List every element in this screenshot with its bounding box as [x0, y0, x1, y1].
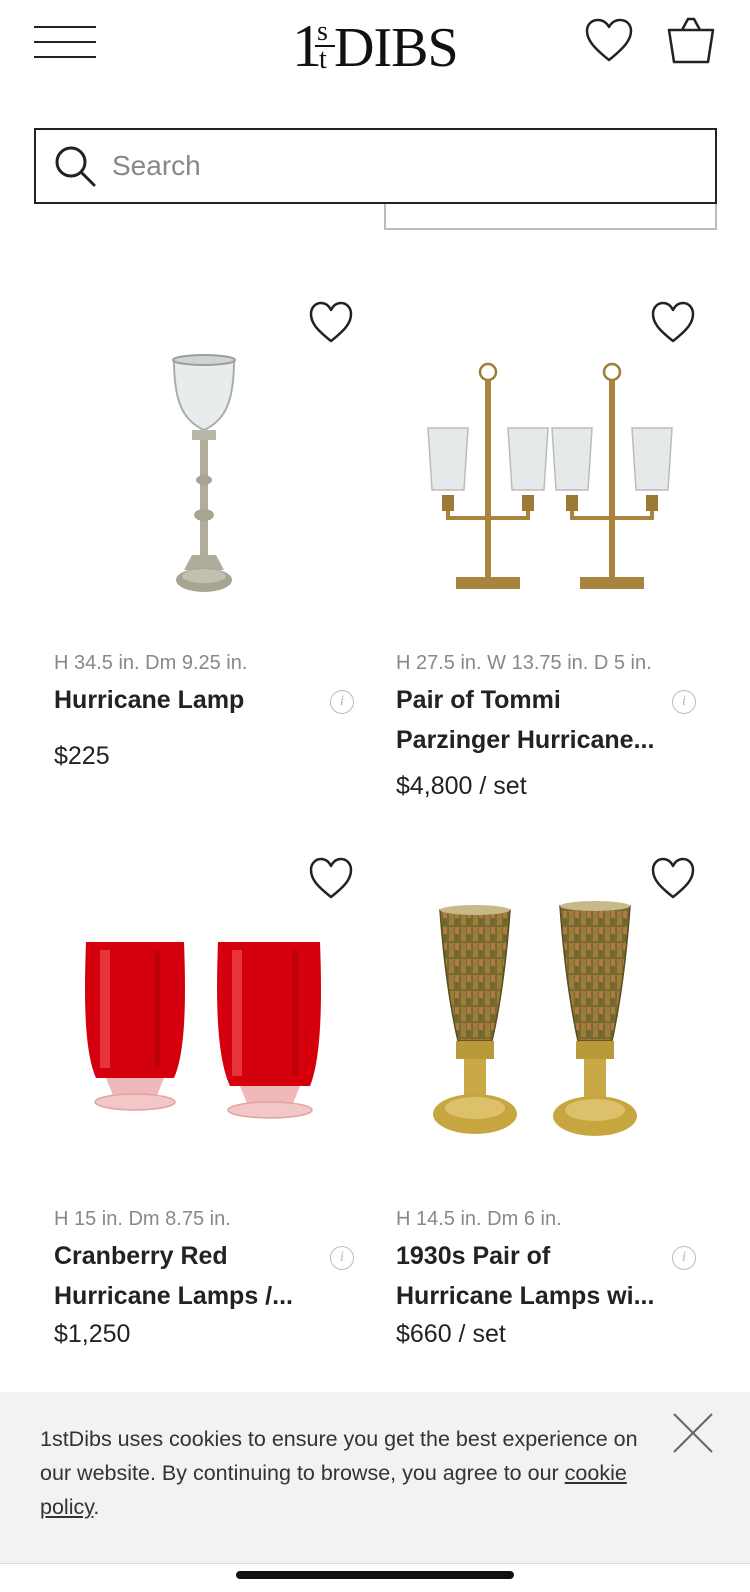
- svg-text:t: t: [319, 44, 327, 75]
- cookie-text: 1stDibs uses cookies to ensure you get t…: [40, 1427, 638, 1485]
- product-card[interactable]: H 14.5 in. Dm 6 in. 1930s Pair of Hurric…: [376, 846, 716, 1366]
- search-input[interactable]: [112, 142, 692, 190]
- sort-dropdown-edge[interactable]: [384, 204, 717, 230]
- product-card[interactable]: H 27.5 in. W 13.75 in. D 5 in. Pair of T…: [376, 290, 716, 810]
- favorite-heart-icon[interactable]: [650, 300, 696, 346]
- cookie-message: 1stDibs uses cookies to ensure you get t…: [40, 1422, 660, 1524]
- favorite-heart-icon[interactable]: [308, 856, 354, 902]
- product-title[interactable]: Cranberry Red Hurricane Lamps /...: [54, 1236, 324, 1316]
- home-indicator[interactable]: [236, 1571, 514, 1579]
- menu-icon[interactable]: [34, 24, 96, 60]
- product-dimensions: H 14.5 in. Dm 6 in.: [396, 1208, 562, 1230]
- favorite-heart-icon[interactable]: [650, 856, 696, 902]
- cookie-text-end: .: [93, 1495, 100, 1519]
- product-card[interactable]: H 34.5 in. Dm 9.25 in. Hurricane Lamp i …: [34, 290, 374, 810]
- search-icon: [55, 146, 96, 187]
- product-dimensions: H 15 in. Dm 8.75 in.: [54, 1208, 231, 1230]
- close-icon[interactable]: [670, 1410, 716, 1456]
- product-title[interactable]: 1930s Pair of Hurricane Lamps wi...: [396, 1236, 666, 1316]
- product-title[interactable]: Hurricane Lamp: [54, 680, 324, 720]
- info-icon[interactable]: i: [672, 690, 696, 714]
- site-logo[interactable]: 1 s t DIBS: [292, 10, 462, 76]
- product-title[interactable]: Pair of Tommi Parzinger Hurricane...: [396, 680, 666, 760]
- product-price: $225: [54, 742, 110, 770]
- shopping-bag-icon[interactable]: [666, 16, 716, 66]
- favorite-heart-icon[interactable]: [308, 300, 354, 346]
- product-price: $660 / set: [396, 1320, 506, 1348]
- svg-text:DIBS: DIBS: [334, 17, 458, 76]
- product-price: $4,800 / set: [396, 772, 527, 800]
- svg-text:s: s: [317, 16, 328, 47]
- favorites-heart-icon[interactable]: [584, 16, 634, 66]
- product-price: $1,250: [54, 1320, 131, 1348]
- search-bar[interactable]: [34, 128, 717, 204]
- info-icon[interactable]: i: [330, 690, 354, 714]
- product-dimensions: H 27.5 in. W 13.75 in. D 5 in.: [396, 652, 652, 674]
- app-header: 1 s t DIBS: [0, 0, 750, 90]
- info-icon[interactable]: i: [330, 1246, 354, 1270]
- product-card[interactable]: H 15 in. Dm 8.75 in. Cranberry Red Hurri…: [34, 846, 374, 1366]
- cookie-banner: 1stDibs uses cookies to ensure you get t…: [0, 1392, 750, 1564]
- product-dimensions: H 34.5 in. Dm 9.25 in.: [54, 652, 248, 674]
- info-icon[interactable]: i: [672, 1246, 696, 1270]
